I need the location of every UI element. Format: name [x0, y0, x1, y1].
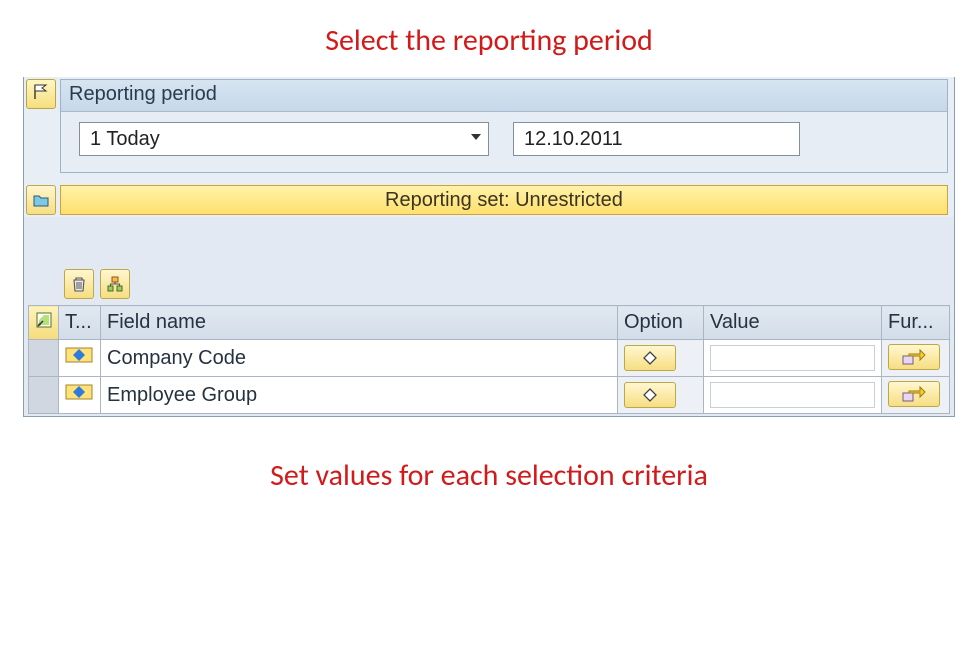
field-name-cell: Company Code: [101, 340, 618, 377]
org-chart-icon: [106, 275, 124, 293]
reporting-period-title: Reporting period: [61, 80, 947, 112]
org-structure-button[interactable]: [100, 269, 130, 299]
trash-icon: [70, 275, 88, 293]
reporting-period-groupbox: Reporting period 1 Today: [60, 79, 948, 173]
criteria-table-area: T... Field name Option Value Fur...: [24, 263, 954, 416]
further-cell: [882, 377, 950, 414]
field-name-cell: Employee Group: [101, 377, 618, 414]
row-selector[interactable]: [29, 340, 59, 377]
criteria-table-header-row: T... Field name Option Value Fur...: [29, 306, 950, 340]
reporting-period-dropdown[interactable]: 1 Today: [79, 122, 489, 156]
criteria-toolbar: [28, 263, 950, 305]
value-input[interactable]: [710, 345, 875, 371]
spacer: [24, 217, 954, 263]
chevron-down-icon: [464, 130, 488, 149]
sap-panel: Reporting period 1 Today Reporting set: …: [23, 77, 955, 417]
value-cell: [704, 377, 882, 414]
criteria-table: T... Field name Option Value Fur...: [28, 305, 950, 414]
collapse-period-button[interactable]: [26, 79, 56, 109]
diamond-icon: [643, 351, 657, 365]
field-type-icon: [65, 345, 93, 365]
row-selector[interactable]: [29, 377, 59, 414]
delete-row-button[interactable]: [64, 269, 94, 299]
col-header-option[interactable]: Option: [618, 306, 704, 340]
reporting-period-row: Reporting period 1 Today: [24, 77, 954, 183]
field-type-icon: [65, 382, 93, 402]
option-cell: [618, 340, 704, 377]
multiple-selection-icon: [902, 348, 926, 366]
value-cell: [704, 340, 882, 377]
reporting-set-row: Reporting set: Unrestricted: [24, 183, 954, 217]
further-selection-button[interactable]: [888, 344, 940, 370]
select-all-button[interactable]: [29, 306, 59, 340]
value-input[interactable]: [710, 382, 875, 408]
select-all-icon: [35, 311, 53, 329]
flag-icon: [32, 83, 50, 101]
further-cell: [882, 340, 950, 377]
col-header-field-name[interactable]: Field name: [101, 306, 618, 340]
option-button[interactable]: [624, 345, 676, 371]
further-selection-button[interactable]: [888, 381, 940, 407]
folder-icon: [32, 191, 50, 209]
col-header-further[interactable]: Fur...: [882, 306, 950, 340]
col-header-value[interactable]: Value: [704, 306, 882, 340]
reporting-set-bar[interactable]: Reporting set: Unrestricted: [60, 185, 948, 215]
reporting-set-label: Reporting set: Unrestricted: [385, 189, 623, 212]
annotation-top: Select the reporting period: [0, 22, 978, 59]
option-cell: [618, 377, 704, 414]
dropdown-value-label: 1 Today: [80, 124, 464, 155]
table-row: Employee Group: [29, 377, 950, 414]
row-type-cell[interactable]: [59, 377, 101, 414]
reporting-period-body: 1 Today: [61, 112, 947, 172]
col-header-type[interactable]: T...: [59, 306, 101, 340]
diamond-icon: [643, 388, 657, 402]
option-button[interactable]: [624, 382, 676, 408]
table-row: Company Code: [29, 340, 950, 377]
reporting-period-date-input[interactable]: [513, 122, 800, 156]
reporting-set-button[interactable]: [26, 185, 56, 215]
row-type-cell[interactable]: [59, 340, 101, 377]
annotation-bottom: Set values for each selection criteria: [0, 457, 978, 494]
multiple-selection-icon: [902, 385, 926, 403]
